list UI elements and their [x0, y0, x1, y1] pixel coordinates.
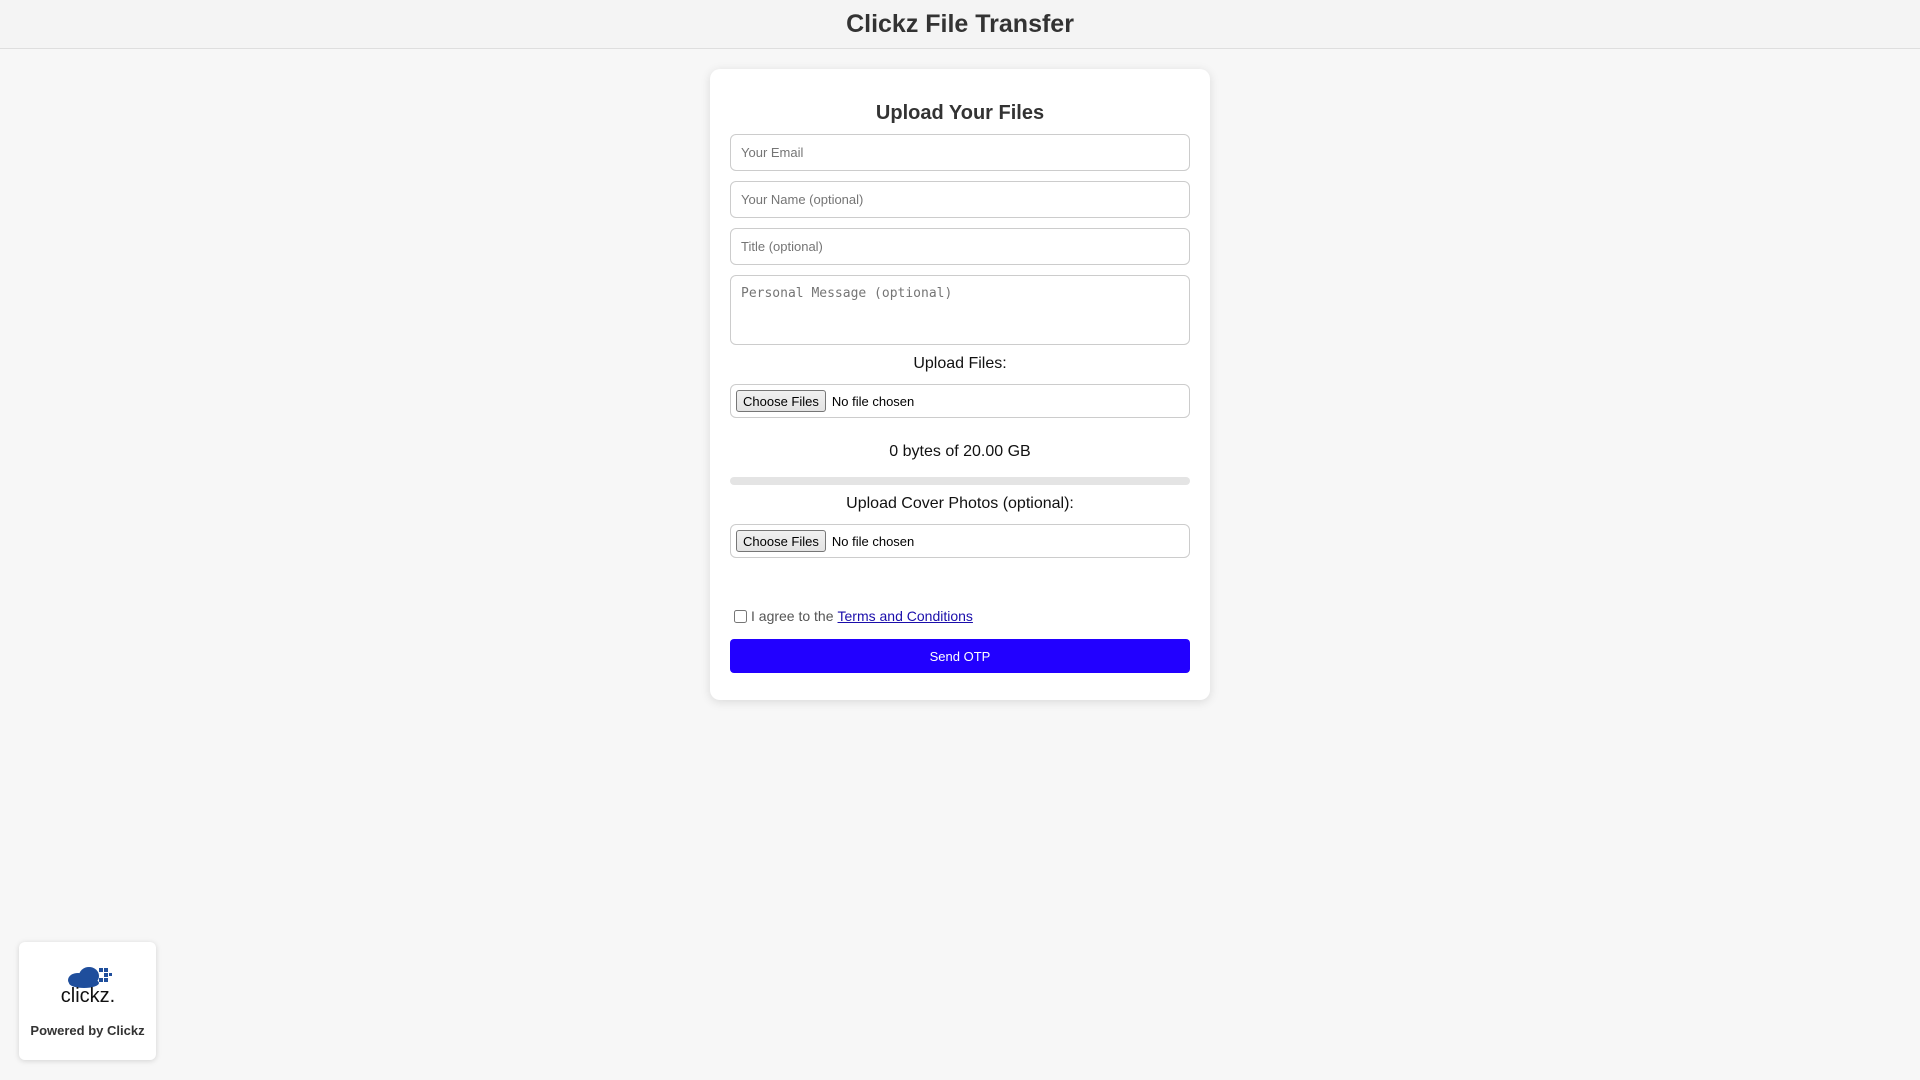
clickz-logo: clickz. [56, 964, 120, 1011]
choose-cover-photos-button[interactable]: Choose Files [736, 530, 826, 552]
file-status-text: No file chosen [831, 393, 915, 409]
title-input[interactable] [730, 228, 1190, 265]
choose-files-button[interactable]: Choose Files [736, 390, 826, 412]
terms-prefix-text: I agree to the [751, 608, 834, 624]
upload-card: Upload Your Files Upload Files: Choose F… [710, 69, 1210, 700]
upload-files-input[interactable]: Choose Files No file chosen [730, 384, 1190, 418]
powered-by-badge[interactable]: clickz. Powered by Clickz [19, 942, 156, 1060]
upload-progress-bar [730, 477, 1190, 485]
header-bar: Clickz File Transfer [0, 0, 1920, 49]
powered-by-text: Powered by Clickz [30, 1023, 145, 1038]
cover-photos-label: Upload Cover Photos (optional): [846, 495, 1074, 512]
terms-checkbox[interactable] [734, 609, 747, 623]
send-otp-button[interactable]: Send OTP [730, 639, 1190, 673]
app-title: Clickz File Transfer [846, 9, 1074, 38]
form-title: Upload Your Files [875, 102, 1045, 124]
upload-files-label: Upload Files: [913, 355, 1007, 372]
logo-wordmark: clickz. [60, 985, 114, 1006]
terms-row: I agree to the Terms and Conditions [732, 608, 1190, 624]
personal-message-textarea[interactable] [730, 275, 1190, 345]
cover-photos-input[interactable]: Choose Files No file chosen [730, 524, 1190, 558]
name-input[interactable] [730, 181, 1190, 218]
upload-size-text: 0 bytes of 20.00 GB [889, 443, 1031, 460]
cloud-icon: clickz. [60, 967, 115, 1007]
cover-file-status-text: No file chosen [831, 533, 915, 549]
email-input[interactable] [730, 134, 1190, 171]
terms-link[interactable]: Terms and Conditions [838, 608, 973, 624]
